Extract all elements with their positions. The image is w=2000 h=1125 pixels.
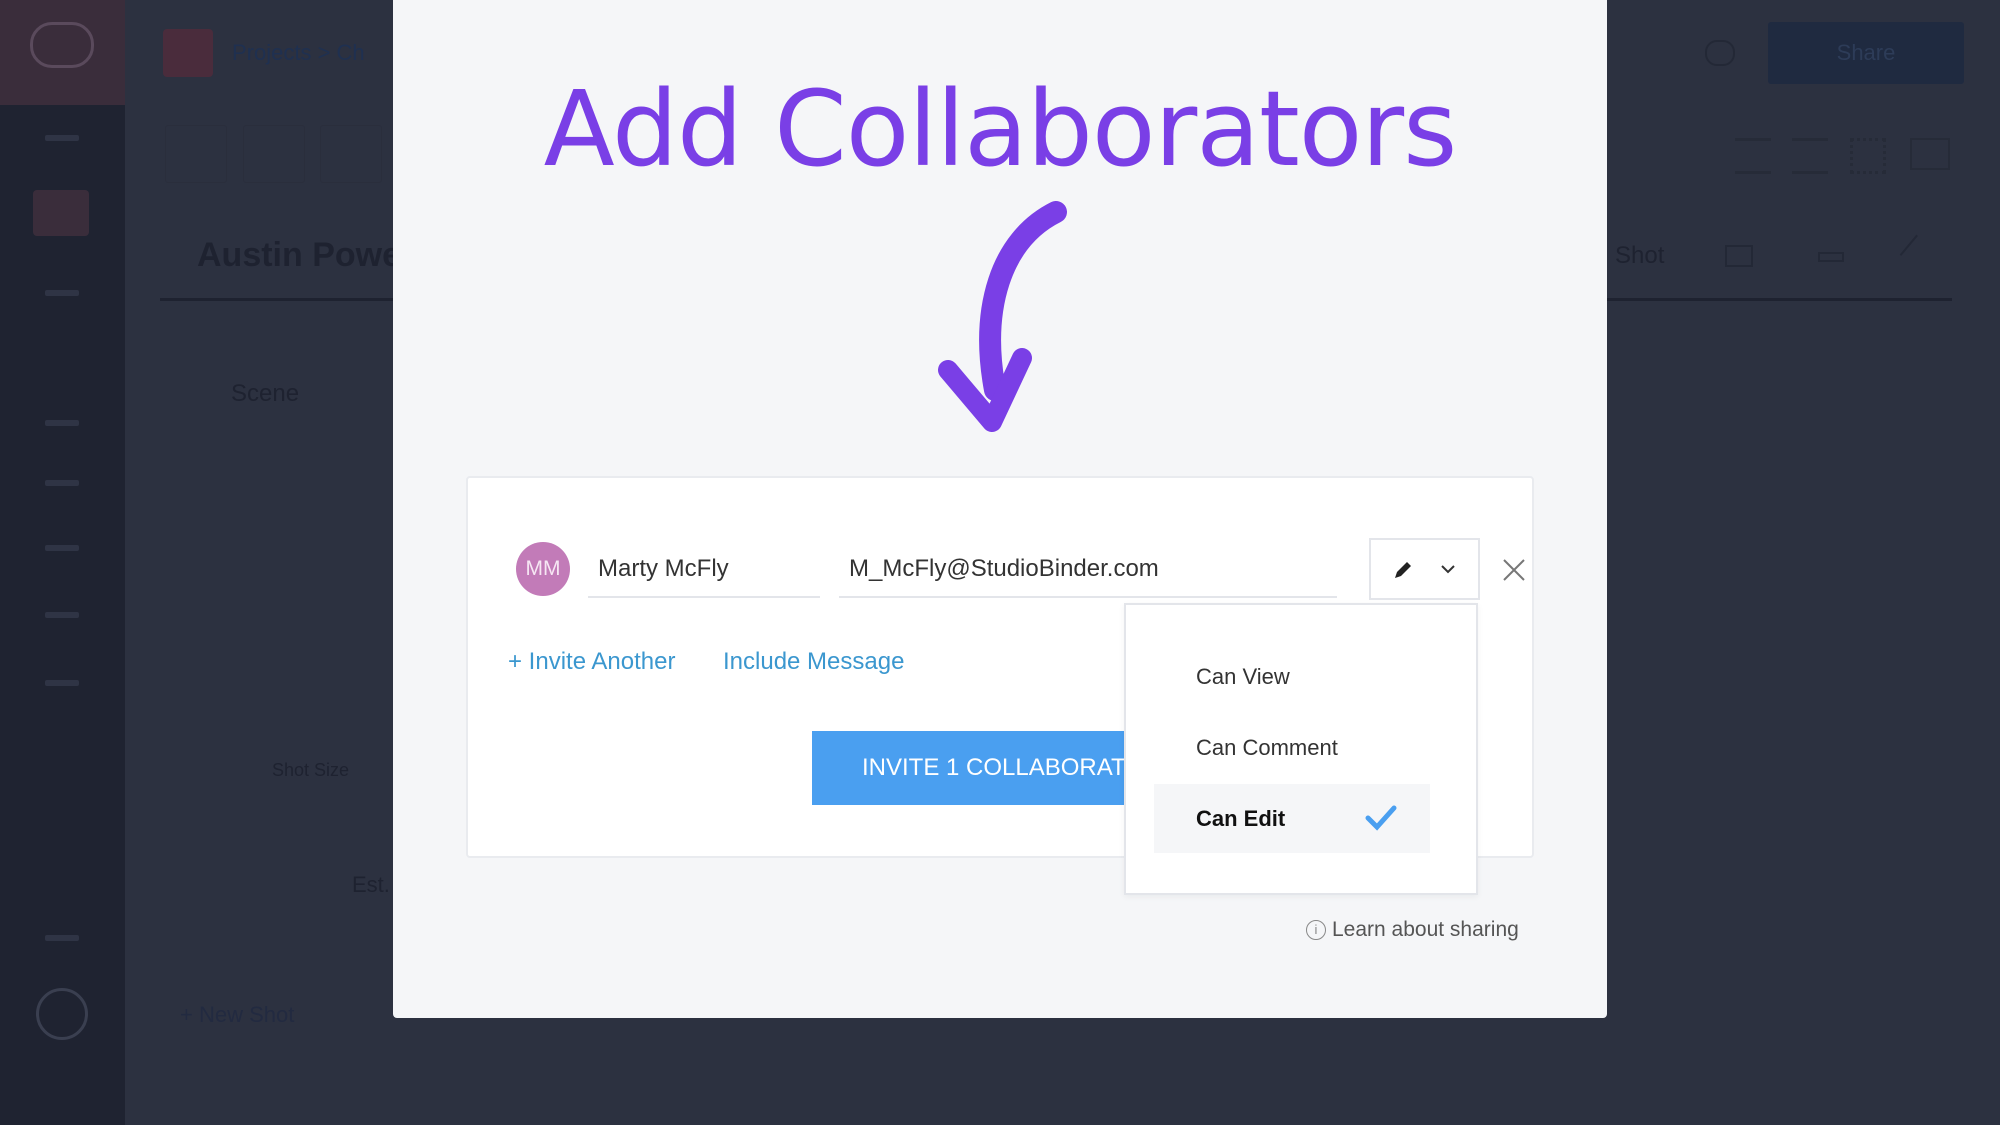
view-grid-icon[interactable] [1850,138,1886,174]
name-input[interactable] [588,542,820,598]
view-list-icon[interactable] [1735,138,1771,174]
new-shot-button[interactable]: + New Shot [180,1002,294,1028]
shot-size-label: Shot Size [272,760,350,780]
menu-item-can-comment[interactable]: Can Comment [1154,713,1430,782]
menu-item-can-edit[interactable]: Can Edit [1154,784,1430,853]
checkmark-icon [1365,805,1397,831]
camera-icon[interactable] [1725,245,1753,267]
app-logo[interactable] [0,0,125,105]
invite-another-link[interactable]: + Invite Another [508,648,675,676]
comments-icon[interactable] [1705,40,1735,66]
include-message-link[interactable]: Include Message [723,648,904,676]
info-icon: i [1306,920,1326,940]
user-avatar[interactable] [36,988,88,1040]
sidebar-menu-icon[interactable] [45,135,79,141]
sidebar-edit-icon[interactable] [45,290,79,296]
permission-menu: Can View Can Comment Can Edit [1124,603,1478,895]
est-label: Est. [352,872,390,897]
project-thumbnail[interactable] [163,29,213,77]
dialog-heading: Add Collaborators [543,68,1458,190]
breadcrumb[interactable]: Projects > Ch [232,40,365,66]
avatar: MM [516,542,570,596]
learn-label: Learn about sharing [1332,918,1519,941]
menu-item-can-view[interactable]: Can View [1154,642,1430,711]
sidebar-item-icon[interactable] [45,680,79,686]
sidebar-globe-icon[interactable] [45,612,79,618]
arrow-down-icon [938,201,1067,432]
sidebar-list-icon[interactable] [45,545,79,551]
sidebar-item-icon[interactable] [45,480,79,486]
sidebar [0,0,125,1125]
sidebar-item-active[interactable] [33,190,89,236]
toolbar-frame-button[interactable] [243,125,305,183]
view-frame-icon[interactable] [1910,138,1950,170]
learn-about-sharing-link[interactable]: i Learn about sharing [1306,918,1519,942]
sidebar-board-icon[interactable] [45,420,79,426]
link-icon[interactable] [1899,234,1937,272]
email-input[interactable] [839,542,1337,598]
permission-dropdown-button[interactable] [1369,538,1480,600]
toolbar-aspect-button[interactable] [320,125,382,183]
sidebar-help-icon[interactable] [45,935,79,941]
chat-logo-icon [30,22,94,68]
share-button[interactable]: Share [1768,22,1964,84]
print-icon[interactable] [1818,252,1844,262]
view-rows-icon[interactable] [1792,138,1828,174]
menu-item-label: Can Edit [1196,806,1286,831]
scene-label: Scene [231,380,300,407]
toolbar-layout-button[interactable] [165,125,227,183]
pencil-icon [1395,562,1411,578]
close-icon[interactable] [1500,556,1528,584]
add-shot-button[interactable]: Shot [1615,242,1664,270]
chevron-down-icon [1441,565,1455,574]
